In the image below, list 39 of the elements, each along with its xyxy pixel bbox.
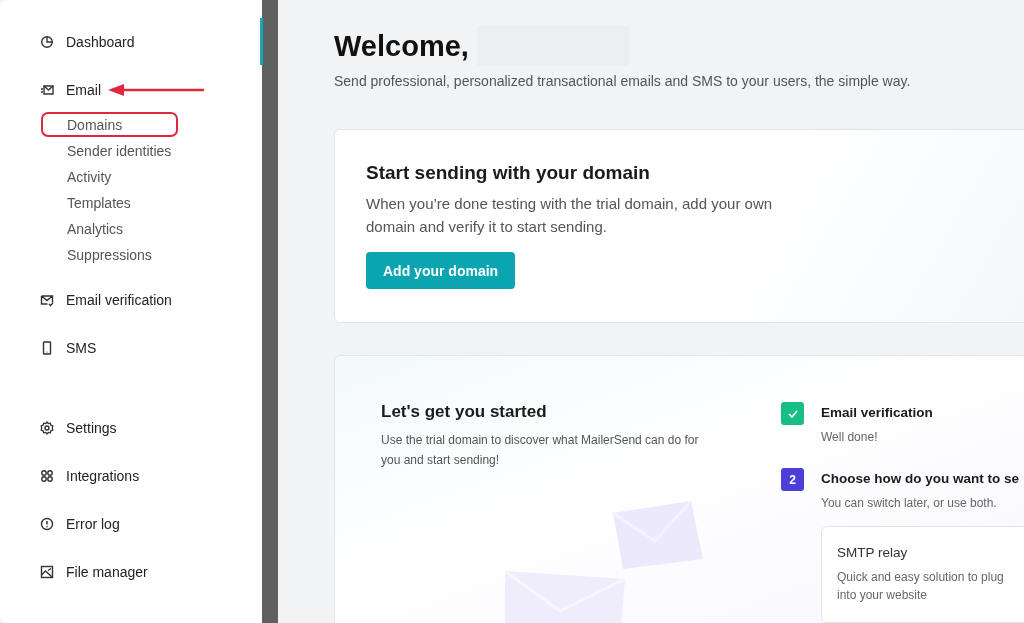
sidebar-item[interactable]: SMS <box>0 324 262 372</box>
step-title: Email verification <box>821 405 933 420</box>
step-title: Choose how do you want to se <box>821 471 1020 486</box>
step-description: Well done! <box>821 430 879 444</box>
option-title: SMTP relay <box>837 545 909 560</box>
check-icon <box>781 402 804 425</box>
phone-icon <box>40 341 54 355</box>
sidebar-subitem[interactable]: Domains <box>0 112 262 138</box>
sidebar-item[interactable]: Dashboard <box>0 18 262 66</box>
section-description: Use the trial domain to discover what MailerSend can do for you and start sending! <box>381 432 700 469</box>
sidebar-subitem[interactable]: Sender identities <box>0 138 262 164</box>
sidebar-subitem[interactable]: Activity <box>0 164 262 190</box>
sidebar-item[interactable]: Email verification <box>0 276 262 324</box>
step-description: You can switch later, or use both. <box>821 496 998 510</box>
welcome-subtitle: Send professional, personalized transactional emails and SMS to your users, the simple way. <box>334 73 912 89</box>
sidebar-item[interactable]: Email <box>0 66 262 114</box>
sidebar-subitem[interactable]: Suppressions <box>0 242 262 268</box>
welcome-title: Welcome, <box>334 29 469 63</box>
card-description: When you’re done testing with the trial domain, add your own domain and verify it to start sending. <box>366 194 774 237</box>
envelope-check-icon <box>40 293 54 307</box>
step-number: 2 <box>781 468 804 491</box>
scrollbar[interactable] <box>262 0 278 623</box>
sidebar-item[interactable]: Settings <box>0 404 262 452</box>
sidebar-item[interactable]: Error log <box>0 500 262 548</box>
option-card[interactable]: SMTP relay Quick and easy solution to plug into your website <box>821 526 1024 623</box>
settings-icon <box>40 421 54 435</box>
grid-icon <box>40 469 54 483</box>
pie-chart-icon <box>40 35 54 49</box>
option-description: Quick and easy solution to plug into your website <box>837 569 1005 604</box>
card-title: Start sending with your domain <box>366 162 651 184</box>
alert-icon <box>40 517 54 531</box>
section-title: Let's get you started <box>381 402 548 422</box>
envelope-icon <box>40 83 54 97</box>
sidebar-subitem[interactable]: Templates <box>0 190 262 216</box>
sidebar-subitem[interactable]: Analytics <box>0 216 262 242</box>
sidebar-item[interactable]: File manager <box>0 548 262 596</box>
scroll-thumb[interactable] <box>260 18 263 65</box>
image-icon <box>40 565 54 579</box>
sidebar-item[interactable]: Integrations <box>0 452 262 500</box>
